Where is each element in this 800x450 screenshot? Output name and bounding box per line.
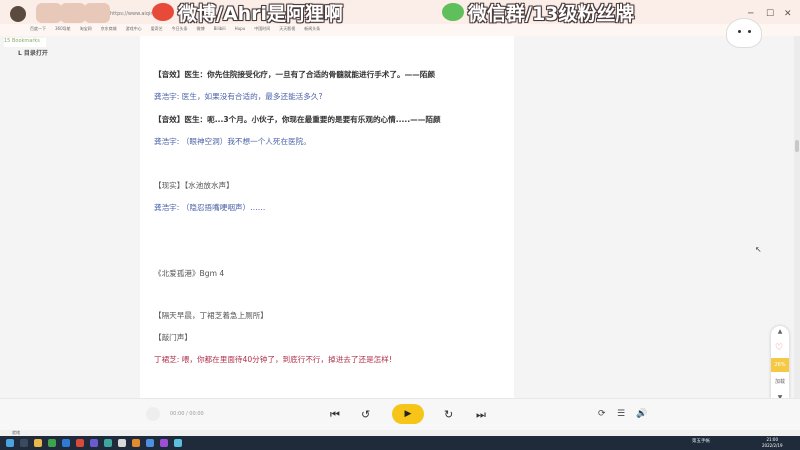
- scrollbar[interactable]: [794, 36, 800, 398]
- script-line: 【敲门声】: [154, 333, 192, 342]
- wechat-text: 微信群/13级粉丝牌: [468, 2, 635, 25]
- track-thumbnail: [146, 407, 160, 421]
- close-icon[interactable]: ✕: [784, 9, 792, 19]
- bookmarks-bar: 百度一下 360导航 淘宝网 京东商城 游戏中心 爱奇艺 今日头条 微博 Bilibili Hup…: [30, 26, 320, 36]
- wechat-banner: 微信群/13级粉丝牌: [442, 0, 635, 25]
- app-icon[interactable]: [160, 439, 168, 447]
- bookmark-item[interactable]: 游戏中心: [126, 26, 142, 36]
- app-icon[interactable]: [174, 439, 182, 447]
- clock-date: 2022/2/19: [762, 443, 783, 448]
- script-line: 【现实】【水池放水声】: [154, 181, 234, 190]
- bookmark-item[interactable]: 爱奇艺: [151, 26, 163, 36]
- app-icon[interactable]: [90, 439, 98, 447]
- script-page: 【音效】医生：你先住院接受化疗，一旦有了合适的骨髓就能进行手术了。——陌颜 龚浩…: [140, 36, 514, 398]
- script-line: 《北爱孤港》Bgm 4: [154, 269, 225, 278]
- decor-icon-3: [84, 3, 110, 23]
- minimize-icon[interactable]: ─: [748, 9, 753, 19]
- left-tab[interactable]: 15 Bookmarks: [4, 38, 46, 47]
- script-line: 丁裙芝: 喂，你都在里面待40分钟了，到底行不行，掉进去了还是怎样!: [154, 355, 392, 364]
- previous-icon[interactable]: ⏮: [330, 408, 340, 422]
- scrollbar-thumb[interactable]: [795, 140, 799, 152]
- bookmark-item[interactable]: 百度一下: [30, 26, 46, 36]
- bookmark-item[interactable]: 淘宝网: [80, 26, 92, 36]
- decor-icon-1: [36, 3, 62, 23]
- volume-icon[interactable]: 🔊: [636, 409, 647, 419]
- script-line: 龚浩宇: （眼神空洞）我不想一个人死在医院。: [154, 137, 311, 146]
- script-line: 【音效】医生：呃...3个月。小伙子，你现在最重要的是要有乐观的心情.....—…: [154, 115, 441, 124]
- app-icon[interactable]: [118, 439, 126, 447]
- browser-icon[interactable]: [48, 439, 56, 447]
- start-icon[interactable]: [6, 439, 14, 447]
- bookmark-item[interactable]: 微博: [197, 26, 205, 36]
- app-icon[interactable]: [132, 439, 140, 447]
- clock[interactable]: 21:00 2022/2/19: [762, 437, 783, 449]
- bookmark-item[interactable]: 新闻头条: [304, 26, 320, 36]
- catalog-label[interactable]: L 目录打开: [18, 48, 48, 57]
- script-line: 龚浩宇: 医生，如果没有合适的，最多还能活多久?: [154, 92, 323, 101]
- loop-icon[interactable]: ⟳: [598, 409, 606, 419]
- mouse-cursor-icon: ↖: [755, 245, 762, 254]
- maximize-icon[interactable]: ☐: [766, 9, 774, 19]
- playlist-icon[interactable]: ☰: [617, 409, 625, 419]
- scroll-up-icon[interactable]: ▲: [771, 328, 789, 335]
- decor-icon-2: [60, 3, 86, 23]
- taskbar: 第五手帐 21:00 2022/2/19: [0, 436, 800, 450]
- bookmark-item[interactable]: 中国时间: [254, 26, 270, 36]
- audio-player: 00:00 / 00:00 ⏮ ↺ ▶ ↻ ⏭ ⟳ ☰ 🔊: [0, 398, 800, 430]
- next-icon[interactable]: ⏭: [476, 408, 486, 422]
- bookmark-item[interactable]: 天天影视: [279, 26, 295, 36]
- weibo-icon: [152, 3, 174, 21]
- script-line: 龚浩宇: （隐忍捂嘴哽咽声）……: [154, 203, 266, 212]
- weibo-text: 微博/Ahri是阿狸啊: [178, 2, 344, 25]
- app-icon[interactable]: [76, 439, 84, 447]
- mascot-icon: [726, 18, 762, 48]
- app-icon[interactable]: [146, 439, 154, 447]
- search-icon[interactable]: [20, 439, 28, 447]
- bookmark-item[interactable]: 京东商城: [101, 26, 117, 36]
- tray-label[interactable]: 第五手帐: [692, 438, 710, 444]
- bookmark-item[interactable]: Hupu: [235, 26, 246, 36]
- bookmark-item[interactable]: Bilibili: [214, 26, 226, 36]
- play-icon: ▶: [404, 409, 412, 419]
- weibo-banner: 微博/Ahri是阿狸啊: [152, 0, 344, 25]
- avatar[interactable]: [10, 6, 26, 22]
- app-icon[interactable]: [104, 439, 112, 447]
- script-line: 【隔天早晨，丁裙芝着急上厕所】: [154, 311, 268, 320]
- track-time: 00:00 / 00:00: [170, 411, 204, 417]
- script-line: 【音效】医生：你先住院接受化疗，一旦有了合适的骨髓就能进行手术了。——陌颜: [154, 70, 435, 79]
- wechat-icon: [442, 3, 464, 21]
- forward-icon[interactable]: ↻: [444, 408, 453, 421]
- progress-badge: 26%: [771, 358, 789, 372]
- browser-chrome: https://www.aiqin 微博/Ahri是阿狸啊 微信群/13级粉丝牌…: [0, 0, 800, 36]
- bookmark-item[interactable]: 360导航: [55, 26, 71, 36]
- heart-icon[interactable]: ♡: [775, 343, 783, 353]
- folder-icon[interactable]: [34, 439, 42, 447]
- rewind-icon[interactable]: ↺: [361, 408, 370, 421]
- play-button[interactable]: ▶: [392, 404, 424, 424]
- app-icon[interactable]: [62, 439, 70, 447]
- floating-action-bar: ▲ ♡ 26% 加载 ▼: [771, 326, 789, 406]
- load-button[interactable]: 加载: [771, 378, 789, 385]
- bookmark-item[interactable]: 今日头条: [172, 26, 188, 36]
